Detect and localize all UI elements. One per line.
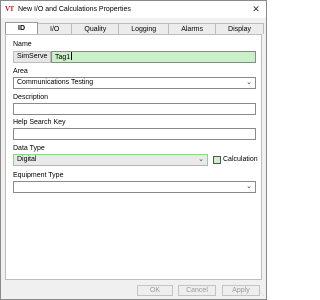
description-label: Description [13, 94, 49, 101]
calculation-label: Calculation [223, 156, 258, 163]
tab-logging[interactable]: Logging [118, 23, 170, 34]
equipment-type-select[interactable]: ⌄ [13, 181, 256, 193]
tab-io[interactable]: I/O [37, 23, 73, 34]
id-tab-panel: Name SimServe Tag1 Area Communications T… [5, 34, 262, 280]
tab-display[interactable]: Display [215, 23, 264, 34]
help-search-key-label: Help Search Key [13, 119, 66, 126]
area-value: Communications Testing [17, 79, 94, 86]
tab-strip: ID I/O Quality Logging Alarms Display [5, 22, 264, 34]
data-type-value: Digital [17, 156, 37, 163]
description-input[interactable] [13, 103, 256, 115]
name-prefix-text: SimServe [17, 53, 48, 60]
ok-button[interactable]: OK [137, 285, 173, 296]
chevron-down-icon: ⌄ [246, 183, 252, 190]
tab-id[interactable]: ID [5, 22, 39, 34]
data-type-label: Data Type [13, 145, 45, 152]
cancel-button[interactable]: Cancel [178, 285, 216, 296]
close-icon[interactable]: ✕ [251, 4, 261, 14]
equipment-type-label: Equipment Type [13, 172, 64, 179]
name-label: Name [13, 41, 32, 48]
calculation-checkbox[interactable] [213, 156, 221, 164]
name-value: Tag1 [55, 54, 71, 61]
resize-grip-icon[interactable]: ⋱ [258, 291, 264, 297]
vt-logo-icon: VT [5, 5, 14, 13]
chevron-down-icon: ⌄ [198, 156, 204, 163]
data-type-select[interactable]: Digital ⌄ [13, 154, 208, 166]
chevron-down-icon: ⌄ [246, 79, 252, 86]
area-select[interactable]: Communications Testing ⌄ [13, 77, 256, 89]
area-label: Area [13, 68, 28, 75]
title-bar: VT New I/O and Calculations Properties ✕ [1, 1, 266, 18]
name-input[interactable]: Tag1 [51, 51, 256, 63]
apply-button[interactable]: Apply [222, 285, 260, 296]
tab-alarms[interactable]: Alarms [168, 23, 216, 34]
window-title: New I/O and Calculations Properties [18, 6, 131, 13]
tab-quality[interactable]: Quality [71, 23, 120, 34]
text-cursor [71, 52, 73, 60]
help-search-key-input[interactable] [13, 128, 256, 140]
name-prefix-field: SimServe [13, 51, 51, 63]
properties-dialog: VT New I/O and Calculations Properties ✕… [0, 0, 267, 300]
